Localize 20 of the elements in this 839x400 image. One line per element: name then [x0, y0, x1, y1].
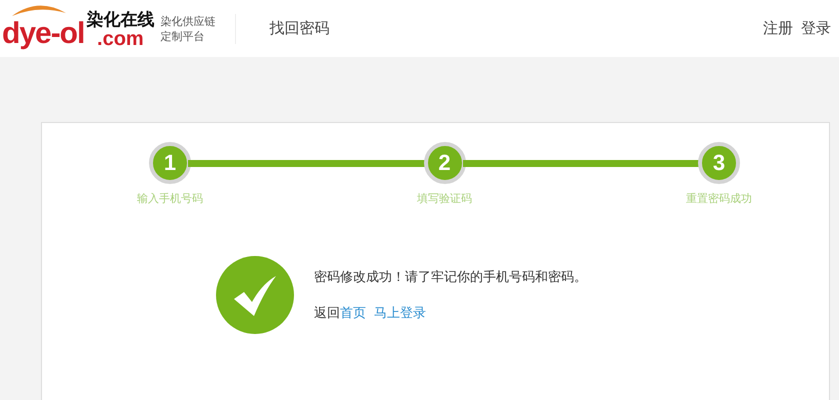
step-label: 重置密码成功 — [686, 191, 752, 206]
logo-text: 染化在线 — [86, 10, 154, 30]
logo-tagline: 染化供应链 — [160, 14, 216, 28]
swoosh-icon — [10, 2, 68, 16]
step-number: 2 — [424, 142, 466, 184]
checkmark-icon — [216, 256, 294, 334]
link[interactable]: 马上登录 — [374, 304, 426, 322]
step-number: 1 — [149, 142, 191, 184]
page-title: 找回密码 — [269, 19, 330, 38]
step-label: 输入手机号码 — [137, 191, 203, 206]
link[interactable]: 首页 — [340, 304, 366, 322]
logo-tagline: 定制平台 — [160, 28, 206, 44]
header-link[interactable]: 登录 — [801, 19, 831, 38]
logo-text: dye-ol — [2, 16, 84, 50]
logo-text: .com — [97, 30, 144, 48]
success-message: 密码修改成功！请了牢记你的手机号码和密码。 — [314, 269, 587, 286]
step-number: 3 — [698, 142, 740, 184]
header-link[interactable]: 注册 — [763, 19, 793, 38]
back-label: 返回 — [314, 305, 340, 322]
step-label: 填写验证码 — [417, 191, 472, 206]
